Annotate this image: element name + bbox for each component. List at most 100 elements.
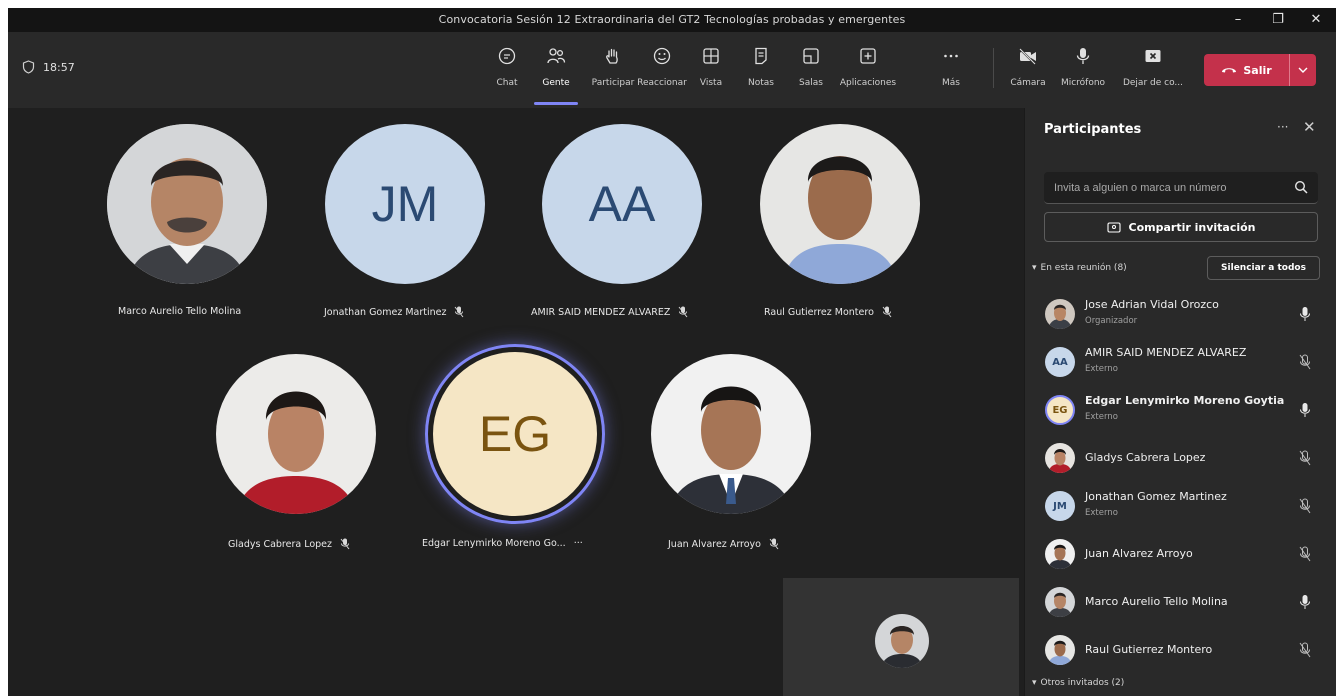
share-invite-label: Compartir invitación (1128, 220, 1256, 234)
chat-icon (498, 47, 516, 65)
notes-icon (755, 47, 767, 65)
participant-name: Marco Aurelio Tello Molina (1085, 595, 1228, 608)
share-invite-button[interactable]: Compartir invitación (1044, 212, 1318, 242)
add-app-icon (860, 48, 876, 64)
react-button[interactable]: Reaccionar (634, 46, 690, 89)
camera-label: Cámara (1010, 78, 1046, 88)
participant-name: Juan Alvarez Arroyo (1085, 547, 1193, 560)
raise-hand-icon (606, 48, 618, 64)
participant-row[interactable]: Juan Alvarez Arroyo (1025, 532, 1336, 578)
participant-avatar (1045, 299, 1075, 329)
microphone-icon (1076, 48, 1090, 64)
microphone-label: Micrófono (1060, 78, 1106, 88)
participant-role: Externo (1085, 412, 1118, 422)
title-bar: Convocatoria Sesión 12 Extraordinaria de… (8, 8, 1336, 32)
self-view-tile[interactable] (783, 578, 1019, 696)
rooms-icon (803, 48, 819, 64)
participant-row[interactable]: Marco Aurelio Tello Molina (1025, 580, 1336, 626)
apps-button[interactable]: Aplicaciones (836, 46, 900, 89)
mic-off-icon (1299, 642, 1311, 658)
participant-row[interactable]: EG Edgar Lenymirko Moreno Goytia Externo (1025, 388, 1336, 434)
tile-name-text: Edgar Lenymirko Moreno Go... (422, 538, 566, 549)
view-label: Vista (699, 78, 723, 88)
chat-button[interactable]: Chat (479, 46, 535, 89)
maximize-button[interactable]: ❐ (1258, 8, 1298, 32)
leave-label: Salir (1243, 63, 1272, 77)
participant-row[interactable]: Gladys Cabrera Lopez (1025, 436, 1336, 482)
participants-panel: Participantes ··· ✕ Compartir invitación… (1024, 108, 1336, 696)
timer-text: 18:57 (43, 60, 75, 74)
people-icon (547, 48, 566, 64)
stop-share-button[interactable]: Dejar de co... (1118, 46, 1188, 89)
notes-button[interactable]: Notas (733, 46, 789, 89)
participant-photo-gladys (216, 354, 376, 514)
participant-name: Jose Adrian Vidal Orozco (1085, 298, 1219, 311)
tile-name-text: Gladys Cabrera Lopez (228, 538, 333, 550)
mic-off-icon (1299, 354, 1311, 370)
participant-name-gladys: Gladys Cabrera Lopez (228, 538, 350, 550)
tile-name-text: Jonathan Gomez Martinez (324, 306, 447, 318)
participant-row[interactable]: JM Jonathan Gomez Martinez Externo (1025, 484, 1336, 530)
people-button[interactable]: Gente (528, 46, 584, 89)
more-button[interactable]: Más (930, 46, 972, 89)
share-invite-icon (1106, 222, 1121, 233)
rooms-button[interactable]: Salas (783, 46, 839, 89)
chat-label: Chat (496, 78, 518, 88)
apps-label: Aplicaciones (839, 78, 897, 88)
other-invitees-section-header[interactable]: ▾ Otros invitados (2) (1032, 678, 1124, 688)
search-icon[interactable] (1294, 180, 1308, 194)
participant-name-edgar: Edgar Lenymirko Moreno Go... ··· (422, 538, 583, 549)
participant-role: Externo (1085, 364, 1118, 374)
more-icon (944, 54, 958, 58)
participant-row[interactable]: Jose Adrian Vidal Orozco Organizador (1025, 292, 1336, 338)
teams-meeting-window: Convocatoria Sesión 12 Extraordinaria de… (8, 8, 1336, 696)
toolbar-divider (993, 48, 994, 88)
participant-name-jonathan: Jonathan Gomez Martinez (324, 306, 464, 318)
mute-all-button[interactable]: Silenciar a todos (1207, 256, 1320, 280)
participant-initials: AA (1045, 347, 1075, 377)
participant-name: Edgar Lenymirko Moreno Goytia (1085, 394, 1285, 407)
microphone-icon (1300, 595, 1310, 609)
panel-close-button[interactable]: ✕ (1303, 118, 1316, 136)
microphone-icon (1300, 307, 1310, 321)
participant-name: Gladys Cabrera Lopez (1085, 451, 1206, 464)
participant-role: Externo (1085, 508, 1118, 518)
tile-name-text: Raul Gutierrez Montero (764, 306, 874, 318)
meeting-toolbar: 18:57 Chat Gente Participar Reaccionar V… (8, 32, 1336, 108)
meeting-timer: 18:57 (22, 60, 75, 74)
rooms-label: Salas (799, 78, 823, 88)
participant-row[interactable]: AA AMIR SAID MENDEZ ALVAREZ Externo (1025, 340, 1336, 386)
participant-name: Raul Gutierrez Montero (1085, 643, 1213, 656)
participant-name: AMIR SAID MENDEZ ALVAREZ (1085, 346, 1247, 359)
close-window-button[interactable]: ✕ (1296, 8, 1336, 32)
leave-options-button[interactable] (1290, 65, 1316, 76)
participant-name: Jonathan Gomez Martinez (1085, 490, 1227, 503)
camera-button[interactable]: Cámara (1006, 46, 1050, 89)
more-label: Más (942, 78, 960, 88)
panel-more-button[interactable]: ··· (1277, 120, 1288, 134)
participant-row[interactable]: Raul Gutierrez Montero (1025, 628, 1336, 674)
notes-label: Notas (748, 78, 774, 88)
minimize-button[interactable]: – (1218, 8, 1258, 32)
tile-name-text: AMIR SAID MENDEZ ALVAREZ (531, 306, 671, 318)
tile-more-options[interactable]: ··· (574, 538, 583, 549)
participant-name-juan: Juan Alvarez Arroyo (668, 538, 779, 550)
microphone-icon (1300, 403, 1310, 417)
view-button[interactable]: Vista (683, 46, 739, 89)
chevron-down-icon: ▾ (1032, 263, 1037, 273)
smiley-icon (653, 47, 671, 65)
microphone-button[interactable]: Micrófono (1055, 46, 1111, 89)
leave-button[interactable]: Salir (1204, 54, 1290, 86)
other-invitees-label: Otros invitados (2) (1040, 678, 1125, 688)
invite-search-input[interactable] (1054, 178, 1279, 198)
in-meeting-section-header[interactable]: ▾ En esta reunión (8) (1032, 263, 1127, 273)
participant-photo-marco (107, 124, 267, 284)
participant-avatar (1045, 635, 1075, 665)
mic-off-icon (1299, 450, 1311, 466)
phone-hangup-icon (1222, 68, 1237, 73)
participant-photo-raul (760, 124, 920, 284)
participant-initials: JM (1045, 491, 1075, 521)
people-label: Gente (542, 78, 570, 88)
raise-hand-button[interactable]: Participar (585, 46, 641, 89)
active-tab-indicator (534, 102, 578, 105)
